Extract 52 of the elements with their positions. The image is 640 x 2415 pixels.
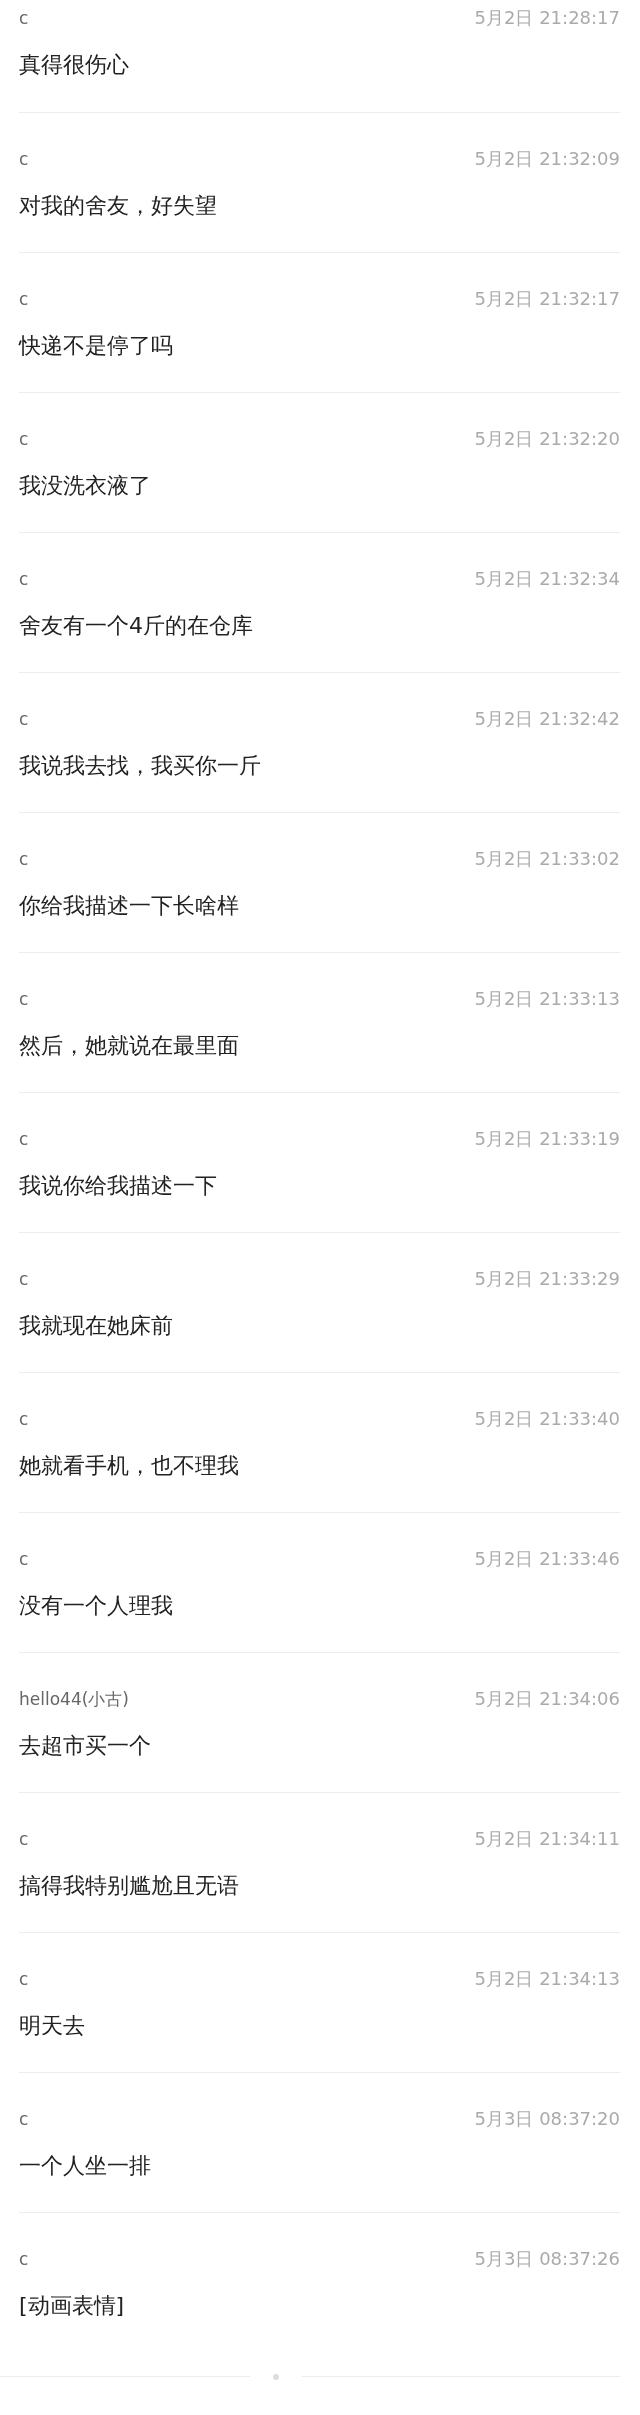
message-text: [动画表情]	[19, 2292, 126, 2320]
message-time: 5月2日 21:33:40	[474, 1407, 620, 1431]
message-text: 搞得我特别尴尬且无语	[19, 1872, 240, 1900]
message-time: 5月2日 21:33:02	[474, 847, 620, 871]
message-text: 一个人坐一排	[19, 2152, 152, 2180]
sender-name: c	[19, 2249, 29, 2269]
message-time: 5月2日 21:32:09	[474, 147, 620, 171]
sender-name: c	[19, 709, 29, 729]
message-text: 我说我去找，我买你一斤	[19, 752, 262, 780]
message-time: 5月2日 21:32:34	[474, 567, 620, 591]
message-text: 去超市买一个	[19, 1732, 152, 1760]
message-time: 5月2日 21:33:29	[474, 1267, 620, 1291]
sender-name: c	[19, 569, 29, 589]
message-time: 5月2日 21:34:06	[474, 1687, 620, 1711]
message-text: 真得很伤心	[19, 51, 130, 79]
sender-name: c	[19, 1549, 29, 1569]
sender-name: c	[19, 1969, 29, 1989]
message-time: 5月3日 08:37:20	[474, 2107, 620, 2131]
sender-name: c	[19, 1269, 29, 1289]
message-time: 5月2日 21:34:11	[474, 1827, 620, 1851]
loading-dot-icon	[273, 2373, 279, 2380]
message-time: 5月2日 21:33:46	[474, 1547, 620, 1571]
message-time: 5月2日 21:34:13	[474, 1967, 620, 1991]
message-time: 5月3日 08:37:26	[474, 2247, 620, 2271]
message-text: 没有一个人理我	[19, 1592, 174, 1620]
message-text: 对我的舍友，好失望	[19, 192, 218, 220]
sender-name: c	[19, 289, 29, 309]
message-text: 然后，她就说在最里面	[19, 1032, 240, 1060]
sender-name: c	[19, 149, 29, 169]
sender-name: c	[19, 429, 29, 449]
message-text: 我就现在她床前	[19, 1312, 174, 1340]
message-text: 明天去	[19, 2012, 86, 2040]
message-time: 5月2日 21:33:13	[474, 987, 620, 1011]
message-time: 5月2日 21:32:20	[474, 427, 620, 451]
message-time: 5月2日 21:32:17	[474, 287, 620, 311]
message-text: 她就看手机，也不理我	[19, 1452, 240, 1480]
sender-name: c	[19, 849, 29, 869]
message-time: 5月2日 21:32:42	[474, 707, 620, 731]
message-time: 5月2日 21:33:19	[474, 1127, 620, 1151]
message-text: 我没洗衣液了	[19, 472, 152, 500]
sender-name: c	[19, 1129, 29, 1149]
message-time: 5月2日 21:28:17	[474, 6, 620, 30]
message-text: 你给我描述一下长啥样	[19, 892, 240, 920]
message-text: 快递不是停了吗	[19, 332, 174, 360]
message-text: 舍友有一个4斤的在仓库	[19, 612, 254, 640]
sender-name: c	[19, 1409, 29, 1429]
sender-name: c	[19, 1829, 29, 1849]
sender-name: c	[19, 2109, 29, 2129]
sender-name: hello44(小古)	[19, 1687, 129, 1711]
sender-name: c	[19, 8, 29, 28]
message-text: 我说你给我描述一下	[19, 1172, 218, 1200]
sender-name: c	[19, 989, 29, 1009]
